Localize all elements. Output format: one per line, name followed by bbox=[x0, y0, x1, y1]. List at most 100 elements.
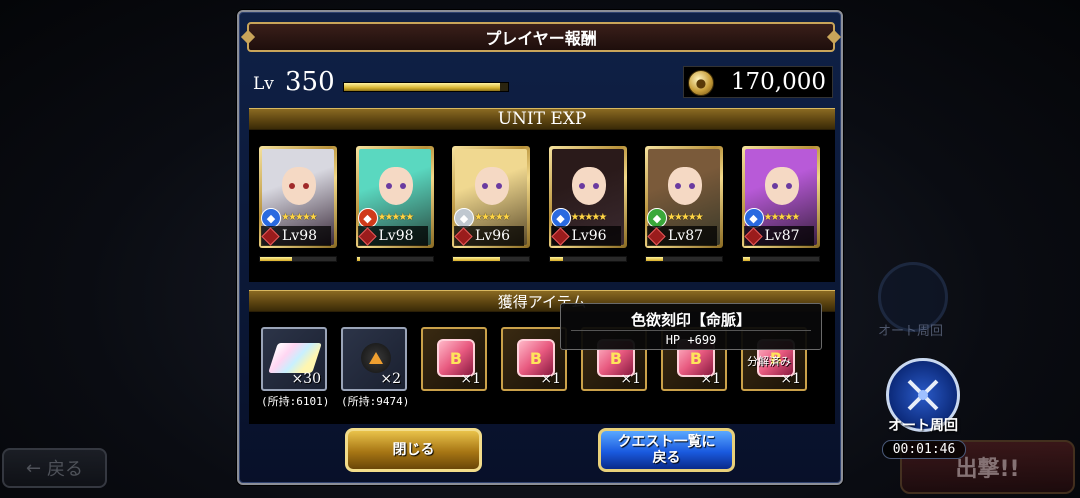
unit-face bbox=[378, 167, 413, 205]
class-icon bbox=[647, 226, 666, 246]
water-icon: ◆ bbox=[743, 208, 764, 228]
player-level: 350 bbox=[285, 67, 335, 97]
tooltip-divider bbox=[571, 330, 811, 331]
reward-item[interactable]: B ×1 bbox=[501, 327, 567, 391]
fire-icon: ◆ bbox=[357, 208, 378, 228]
unit-eye bbox=[399, 183, 406, 189]
item-quantity: ×1 bbox=[620, 371, 641, 387]
units-panel: ◆ ★★★★★ Lv98 ◆ ★★★★★ Lv98 ◆ ★★★★★ Lv96 ◆ ★★★★★ Lv96… bbox=[249, 130, 835, 282]
fragment-icon bbox=[361, 343, 391, 373]
unit-eye bbox=[289, 183, 295, 189]
unit-frame: ◆ ★★★★★ Lv98 bbox=[259, 146, 337, 248]
player-level-label: Lv bbox=[253, 74, 274, 94]
unit-face bbox=[668, 167, 702, 205]
unit-frame: ◆ ★★★★★ Lv98 bbox=[355, 146, 434, 248]
item-tooltip: 色欲刻印【命脈】 HP +699 bbox=[560, 303, 822, 350]
unit-eye bbox=[385, 183, 392, 189]
unit-exp-bar-fill bbox=[742, 257, 751, 261]
item-frame: B ×1 bbox=[421, 327, 487, 391]
unit-level: Lv98 bbox=[378, 228, 414, 244]
background-back-button: ← 戻る bbox=[2, 448, 107, 488]
unit-level: Lv87 bbox=[668, 228, 704, 244]
unit-level-box: Lv98 bbox=[261, 226, 331, 246]
unit-eye bbox=[578, 183, 585, 189]
unit-eye bbox=[482, 183, 488, 189]
coin-display: ● 170,000 bbox=[683, 66, 833, 98]
dialog-title: プレイヤー報酬 bbox=[247, 22, 835, 52]
rarity-stars: ★★★★★ bbox=[474, 212, 511, 223]
rarity-stars: ★★★★★ bbox=[570, 212, 608, 223]
coin-amount: 170,000 bbox=[730, 69, 826, 95]
item-quantity: ×2 bbox=[380, 371, 401, 387]
rarity-stars: ★★★★★ bbox=[763, 212, 801, 223]
item-quantity: ×1 bbox=[540, 371, 561, 387]
unit-eye bbox=[785, 183, 792, 189]
class-icon bbox=[261, 226, 280, 246]
unit-level-box: Lv96 bbox=[550, 226, 621, 246]
unit-face bbox=[282, 167, 316, 205]
rarity-stars: ★★★★★ bbox=[377, 212, 415, 223]
unit-exp-bar bbox=[741, 256, 820, 262]
unit-card: ◆ ★★★★★ Lv98 bbox=[355, 146, 434, 262]
unit-level-box: Lv98 bbox=[357, 226, 428, 246]
unit-eye bbox=[496, 183, 502, 189]
unit-level-box: Lv87 bbox=[743, 226, 814, 246]
unit-eye bbox=[303, 183, 309, 189]
class-icon bbox=[357, 226, 377, 246]
unit-level-box: Lv87 bbox=[647, 226, 717, 246]
item-owned-count: (所持:6101) bbox=[261, 395, 330, 408]
auto-repeat-label: オート周回 bbox=[888, 418, 958, 434]
crossed-swords-icon bbox=[907, 379, 939, 411]
unit-level-box: Lv96 bbox=[454, 226, 524, 246]
unit-card: ◆ ★★★★★ Lv96 bbox=[548, 146, 627, 262]
ingot-icon bbox=[268, 343, 322, 373]
reward-item[interactable]: B ×1 bbox=[421, 327, 487, 391]
unit-face bbox=[764, 167, 799, 205]
unit-exp-bar-fill bbox=[453, 257, 501, 261]
unit-eye bbox=[675, 183, 681, 189]
reward-item[interactable]: ×30 (所持:6101) bbox=[261, 327, 330, 409]
tooltip-item-stat: HP +699 bbox=[665, 333, 717, 347]
unit-frame: ◆ ★★★★★ Lv96 bbox=[548, 146, 627, 248]
unit-exp-bar-fill bbox=[356, 257, 360, 261]
item-frame: ×30 bbox=[261, 327, 327, 391]
tooltip-item-name: 色欲刻印【命脈】 bbox=[630, 311, 751, 329]
unit-level: Lv98 bbox=[282, 228, 318, 244]
unit-exp-bar bbox=[548, 256, 627, 262]
item-quantity: ×1 bbox=[460, 371, 481, 387]
water-icon: ◆ bbox=[550, 208, 571, 228]
reward-item[interactable]: ×2 (所持:9474) bbox=[341, 327, 410, 409]
unit-face bbox=[475, 167, 509, 205]
unit-eye bbox=[771, 183, 778, 189]
unit-exp-bar-fill bbox=[646, 257, 663, 261]
auto-repeat-timer: 00:01:46 bbox=[882, 440, 966, 459]
unit-exp-bar bbox=[259, 256, 337, 262]
unit-face bbox=[571, 167, 606, 205]
player-exp-bar bbox=[343, 82, 509, 92]
unit-exp-bar bbox=[355, 256, 434, 262]
unit-exp-bar bbox=[452, 256, 530, 262]
close-button[interactable]: 閉じる bbox=[345, 428, 482, 472]
unit-frame: ◆ ★★★★★ Lv96 bbox=[452, 146, 530, 248]
unit-card: ◆ ★★★★★ Lv87 bbox=[645, 146, 723, 262]
unit-exp-bar bbox=[645, 256, 723, 262]
unit-exp-bar-fill bbox=[549, 257, 564, 261]
unit-card: ◆ ★★★★★ Lv98 bbox=[259, 146, 337, 262]
player-exp-bar-fill bbox=[344, 83, 500, 91]
unit-frame: ◆ ★★★★★ Lv87 bbox=[741, 146, 820, 248]
item-frame: ×2 bbox=[341, 327, 407, 391]
class-icon bbox=[454, 226, 473, 246]
item-quantity: ×1 bbox=[780, 371, 801, 387]
water-icon: ◆ bbox=[261, 208, 281, 228]
back-to-quest-list-button[interactable]: クエスト一覧に 戻る bbox=[598, 428, 735, 472]
unit-level: Lv87 bbox=[764, 228, 800, 244]
item-owned-count: (所持:9474) bbox=[341, 395, 410, 408]
reward-dialog: プレイヤー報酬 Lv 350 ● 170,000 UNIT EXP ◆ ★★★★★… bbox=[237, 10, 843, 485]
unit-frame: ◆ ★★★★★ Lv87 bbox=[645, 146, 723, 248]
rarity-stars: ★★★★★ bbox=[667, 212, 704, 223]
unit-eye bbox=[592, 183, 599, 189]
class-icon bbox=[550, 226, 570, 246]
background-auto-label: オート周回 bbox=[878, 324, 944, 339]
unit-eye bbox=[689, 183, 695, 189]
back-to-quest-list-label-line2: 戻る bbox=[652, 450, 681, 466]
